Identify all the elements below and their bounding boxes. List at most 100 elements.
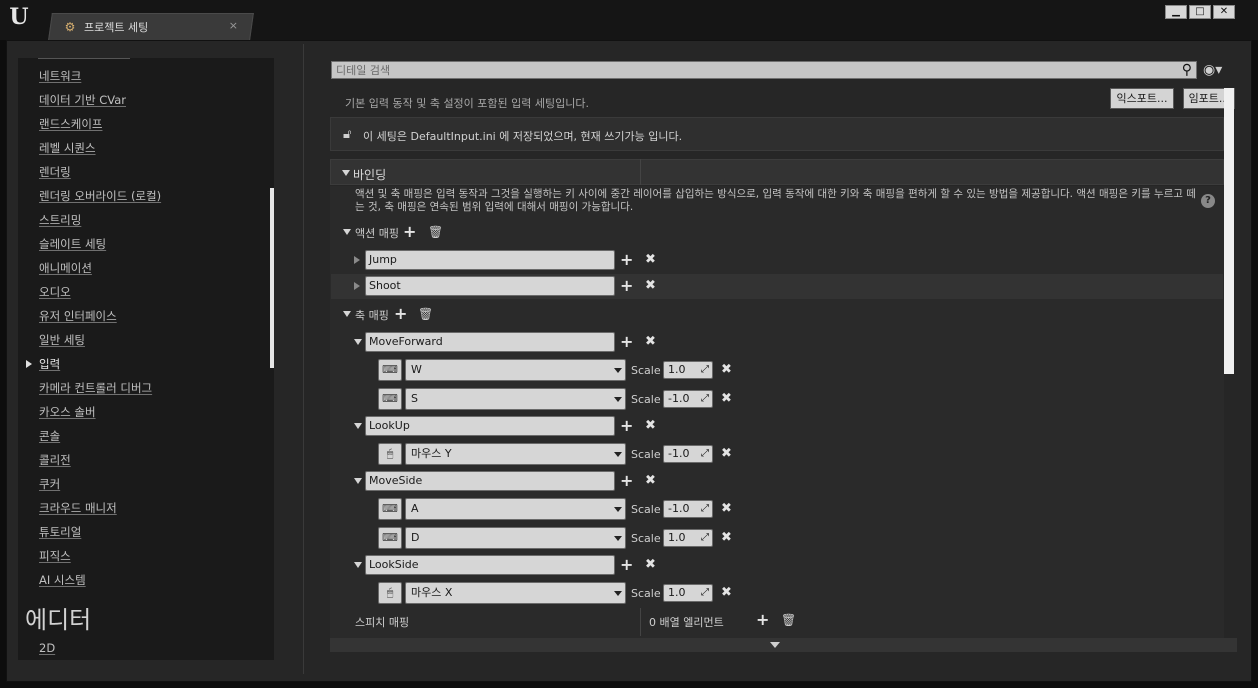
- axis-name-field[interactable]: MoveSide: [365, 471, 615, 491]
- add-key-icon[interactable]: +: [620, 278, 633, 294]
- remove-key-icon[interactable]: ✖: [721, 447, 732, 461]
- mouse-icon[interactable]: 🖱︎: [378, 443, 402, 465]
- drag-arrows-icon[interactable]: ⤢: [701, 503, 709, 515]
- search-input[interactable]: [336, 63, 1156, 78]
- scale-input[interactable]: -1.0 ⤢: [663, 390, 713, 408]
- nav-item[interactable]: 콘솔: [39, 428, 60, 444]
- axis-mappings-arrow-icon[interactable]: [343, 311, 351, 317]
- help-icon[interactable]: ?: [1201, 194, 1215, 208]
- nav-item[interactable]: 크라우드 매니저: [39, 500, 117, 516]
- scale-input[interactable]: 1.0 ⤢: [663, 529, 713, 547]
- collapse-arrow-icon[interactable]: [354, 562, 362, 568]
- nav-item[interactable]: 콜리전: [39, 452, 71, 468]
- add-action-mapping-icon[interactable]: +: [403, 224, 416, 240]
- nav-item[interactable]: 애니메이션: [39, 260, 92, 276]
- key-select[interactable]: 마우스 X: [405, 582, 626, 604]
- panel-splitter[interactable]: [303, 44, 304, 674]
- keyboard-icon[interactable]: ⌨: [378, 388, 402, 410]
- view-options-icon[interactable]: ◉▾: [1203, 62, 1229, 78]
- collapse-arrow-icon[interactable]: [354, 478, 362, 484]
- nav-item[interactable]: 랜드스케이프: [39, 116, 102, 132]
- nav-scrollbar[interactable]: [270, 188, 274, 368]
- nav-item[interactable]: 일반 세팅: [39, 332, 85, 348]
- expand-advanced-icon[interactable]: [770, 642, 780, 648]
- remove-mapping-icon[interactable]: ✖: [645, 558, 656, 572]
- nav-item[interactable]: 렌더링: [39, 164, 71, 180]
- remove-key-icon[interactable]: ✖: [721, 502, 732, 516]
- drag-arrows-icon[interactable]: ⤢: [701, 532, 709, 544]
- key-select[interactable]: 마우스 Y: [405, 443, 626, 465]
- remove-mapping-icon[interactable]: ✖: [645, 335, 656, 349]
- keyboard-icon[interactable]: ⌨: [378, 359, 402, 381]
- remove-key-icon[interactable]: ✖: [721, 531, 732, 545]
- nav-item[interactable]: 카오스 솔버: [39, 404, 96, 420]
- category-header-bindings[interactable]: 바인딩: [330, 159, 1224, 185]
- action-name-field[interactable]: Shoot: [365, 276, 615, 296]
- nav-item[interactable]: 슬레이트 세팅: [39, 236, 106, 252]
- nav-item[interactable]: 쿠커: [39, 476, 60, 492]
- details-scrollbar[interactable]: [1224, 88, 1234, 374]
- nav-item[interactable]: 레벨 시퀀스: [39, 140, 96, 156]
- scale-input[interactable]: -1.0 ⤢: [663, 445, 713, 463]
- mouse-icon[interactable]: 🖱︎: [378, 582, 402, 604]
- nav-item[interactable]: 유저 인터페이스: [39, 308, 117, 324]
- clear-axis-mappings-icon[interactable]: 🗑︎: [418, 307, 433, 321]
- advanced-expander[interactable]: [330, 638, 1237, 652]
- expand-arrow-icon[interactable]: [354, 256, 360, 264]
- close-button[interactable]: ✕: [1213, 5, 1235, 19]
- remove-mapping-icon[interactable]: ✖: [645, 474, 656, 488]
- add-key-icon[interactable]: +: [620, 557, 633, 573]
- scale-input[interactable]: 1.0 ⤢: [663, 584, 713, 602]
- tab-close-icon[interactable]: ×: [229, 19, 238, 32]
- axis-name-field[interactable]: LookSide: [365, 555, 615, 575]
- nav-item[interactable]: 입력: [39, 356, 60, 372]
- export-button[interactable]: 익스포트...: [1110, 88, 1174, 109]
- drag-arrows-icon[interactable]: ⤢: [701, 587, 709, 599]
- scale-input[interactable]: -1.0 ⤢: [663, 500, 713, 518]
- nav-item[interactable]: 2D: [39, 640, 55, 656]
- collapse-arrow-icon[interactable]: [354, 423, 362, 429]
- key-select[interactable]: S: [405, 388, 626, 410]
- key-select[interactable]: A: [405, 498, 626, 520]
- nav-item[interactable]: 오디오: [39, 284, 71, 300]
- nav-item[interactable]: 스트리밍: [39, 212, 81, 228]
- remove-mapping-icon[interactable]: ✖: [645, 253, 656, 267]
- clear-speech-mappings-icon[interactable]: 🗑︎: [781, 613, 796, 627]
- add-speech-mapping-icon[interactable]: +: [756, 612, 769, 628]
- add-key-icon[interactable]: +: [620, 473, 633, 489]
- add-key-icon[interactable]: +: [620, 334, 633, 350]
- remove-key-icon[interactable]: ✖: [721, 363, 732, 377]
- action-mappings-arrow-icon[interactable]: [343, 229, 351, 235]
- drag-arrows-icon[interactable]: ⤢: [701, 393, 709, 405]
- remove-key-icon[interactable]: ✖: [721, 586, 732, 600]
- nav-item[interactable]: 네트워크: [39, 68, 81, 84]
- remove-mapping-icon[interactable]: ✖: [645, 279, 656, 293]
- axis-name-field[interactable]: MoveForward: [365, 332, 615, 352]
- add-axis-mapping-icon[interactable]: +: [394, 306, 407, 322]
- drag-arrows-icon[interactable]: ⤢: [701, 364, 709, 376]
- axis-name-field[interactable]: LookUp: [365, 416, 615, 436]
- remove-mapping-icon[interactable]: ✖: [645, 419, 656, 433]
- nav-item[interactable]: 카메라 컨트롤러 디버그: [39, 380, 152, 396]
- nav-item[interactable]: 데이터 기반 CVar: [39, 92, 126, 108]
- remove-key-icon[interactable]: ✖: [721, 392, 732, 406]
- add-key-icon[interactable]: +: [620, 252, 633, 268]
- key-select[interactable]: D: [405, 527, 626, 549]
- nav-item[interactable]: AI 시스템: [39, 572, 86, 588]
- keyboard-icon[interactable]: ⌨: [378, 527, 402, 549]
- tab-project-settings[interactable]: ⚙ 프로젝트 세팅 ×: [58, 15, 244, 39]
- nav-item[interactable]: 튜토리얼: [39, 524, 81, 540]
- drag-arrows-icon[interactable]: ⤢: [701, 448, 709, 460]
- search-icon[interactable]: ⚲: [1182, 62, 1192, 78]
- expand-arrow-icon[interactable]: [354, 282, 360, 290]
- clear-action-mappings-icon[interactable]: 🗑︎: [428, 225, 443, 239]
- keyboard-icon[interactable]: ⌨: [378, 498, 402, 520]
- collapse-arrow-icon[interactable]: [354, 339, 362, 345]
- key-select[interactable]: W: [405, 359, 626, 381]
- scale-input[interactable]: 1.0 ⤢: [663, 361, 713, 379]
- action-name-field[interactable]: Jump: [365, 250, 615, 270]
- nav-item[interactable]: 렌더링 오버라이드 (로컬): [39, 188, 161, 204]
- minimize-button[interactable]: ▁: [1165, 5, 1187, 19]
- nav-item[interactable]: 피직스: [39, 548, 71, 564]
- add-key-icon[interactable]: +: [620, 418, 633, 434]
